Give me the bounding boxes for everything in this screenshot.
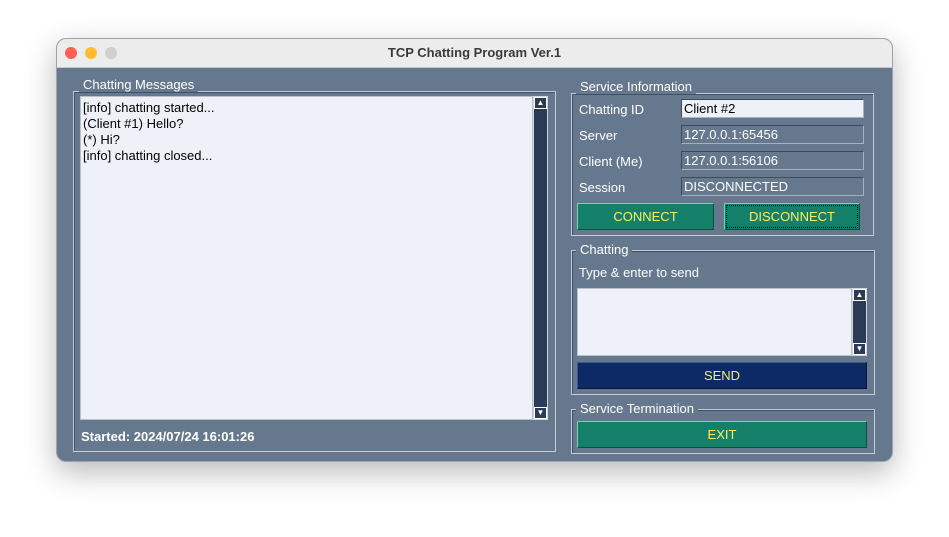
send-button[interactable]: SEND: [577, 362, 867, 389]
started-timestamp: Started: 2024/07/24 16:01:26: [81, 429, 255, 444]
chat-input-textarea[interactable]: [577, 288, 852, 356]
exit-button[interactable]: EXIT: [577, 421, 867, 448]
client-field: 127.0.0.1:56106: [681, 151, 864, 170]
chatting-id-label: Chatting ID: [579, 102, 645, 117]
message-line: [info] chatting started...: [83, 100, 215, 115]
session-label: Session: [579, 180, 626, 195]
service-information-legend: Service Information: [576, 80, 696, 94]
session-field: DISCONNECTED: [681, 177, 864, 196]
message-line: [info] chatting closed...: [83, 148, 213, 163]
messages-scrollbar[interactable]: ▲ ▼: [533, 96, 548, 420]
chatting-hint-label: Type & enter to send: [579, 265, 699, 280]
chatting-messages-legend: Chatting Messages: [79, 78, 199, 92]
scroll-down-arrow-icon[interactable]: ▼: [853, 343, 866, 355]
message-line: (*) Hi?: [83, 132, 120, 147]
title-bar: TCP Chatting Program Ver.1: [57, 39, 892, 68]
scroll-down-arrow-icon[interactable]: ▼: [534, 407, 547, 419]
scroll-up-arrow-icon[interactable]: ▲: [534, 97, 547, 109]
app-window: TCP Chatting Program Ver.1 Chatting Mess…: [56, 38, 893, 462]
server-label: Server: [579, 128, 618, 143]
chatting-id-input[interactable]: Client #2: [681, 99, 864, 118]
chat-input-scrollbar[interactable]: ▲ ▼: [852, 288, 867, 356]
client-label: Client (Me): [579, 154, 643, 169]
messages-textarea[interactable]: [info] chatting started... (Client #1) H…: [80, 96, 533, 420]
service-termination-legend: Service Termination: [576, 402, 698, 416]
server-field: 127.0.0.1:65456: [681, 125, 864, 144]
scroll-up-arrow-icon[interactable]: ▲: [853, 289, 866, 301]
chatting-legend: Chatting: [576, 243, 633, 257]
disconnect-button[interactable]: DISCONNECT: [724, 203, 860, 230]
connect-button[interactable]: CONNECT: [577, 203, 714, 230]
message-line: (Client #1) Hello?: [83, 116, 184, 131]
window-title: TCP Chatting Program Ver.1: [387, 45, 562, 60]
